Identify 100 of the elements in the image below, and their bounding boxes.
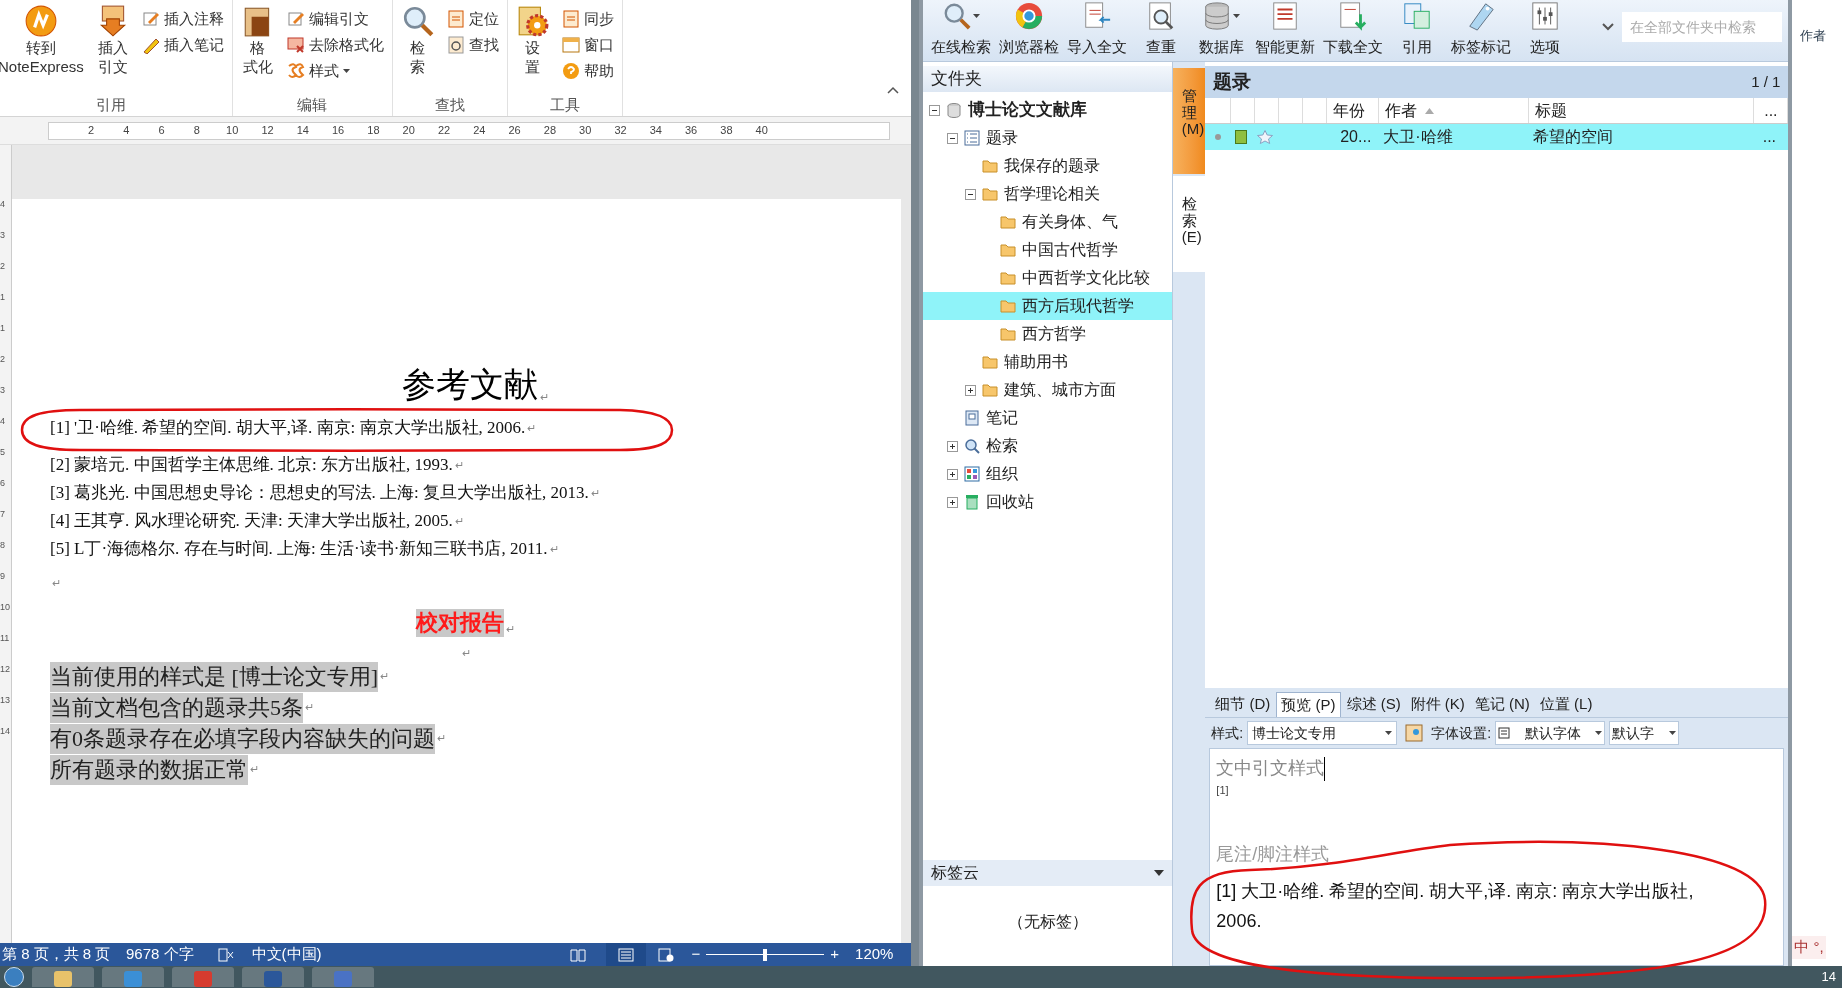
window-icon <box>561 36 580 54</box>
ribbon-button[interactable]: 同步 <box>557 8 618 30</box>
tab[interactable]: 预览 (P) <box>1276 692 1341 717</box>
tree-item[interactable]: 博士论文文献库 <box>923 96 1173 124</box>
tree-item[interactable]: 有关身体、气 <box>923 208 1173 236</box>
download-icon <box>1338 1 1369 31</box>
preview-heading: 文中引文样式 <box>1216 757 1325 780</box>
ribbon-button[interactable]: 插入注释 <box>137 8 228 30</box>
ruler-number: 6 <box>0 479 5 488</box>
tab[interactable]: 位置 (L) <box>1535 692 1597 717</box>
tree-item[interactable]: 西方哲学 <box>923 320 1173 348</box>
caret-icon <box>1385 731 1393 735</box>
tag-icon <box>1466 1 1497 31</box>
panel-title: 标签云 <box>931 863 980 883</box>
app-icon <box>194 971 212 987</box>
zoom-out-button[interactable]: − <box>689 943 703 966</box>
edit-icon <box>141 10 160 28</box>
column-header: 作者 <box>1800 27 1827 45</box>
edit-icon <box>286 10 305 28</box>
ribbon-button[interactable]: 转到 NoteExpress <box>0 4 88 94</box>
record-row[interactable]: 20... 大卫·哈维 希望的空间 ... <box>1205 124 1789 150</box>
font-dropdown[interactable]: 默认字体 <box>1495 721 1606 745</box>
caret-icon <box>1669 731 1677 735</box>
tree-item[interactable]: 回收站 <box>923 488 1173 516</box>
ribbon-button[interactable]: 检 索 <box>396 4 439 94</box>
collapse-icon[interactable] <box>947 132 959 144</box>
search-field[interactable]: 在全部文件夹中检索 <box>1622 12 1783 42</box>
tree-item[interactable]: 中国古代哲学 <box>923 236 1173 264</box>
ribbon-button[interactable]: 定位 <box>442 8 503 30</box>
ribbon-button[interactable]: 设 置 <box>511 4 554 94</box>
ribbon-button[interactable]: 去除格式化 <box>282 34 388 56</box>
tree-item[interactable]: 建筑、城市方面 <box>923 376 1173 404</box>
tree-item[interactable]: 组织 <box>923 460 1173 488</box>
tree-item[interactable]: 我保存的题录 <box>923 152 1173 180</box>
ruler-number: 34 <box>649 123 662 139</box>
tab[interactable]: 综述 (S) <box>1342 692 1405 717</box>
toolbar-button[interactable]: 智能更新 <box>1255 0 1316 55</box>
column-header[interactable]: 作者 <box>1379 98 1530 123</box>
zoom-slider-thumb[interactable] <box>763 948 768 961</box>
style-dropdown[interactable]: 博士论文专用 <box>1247 721 1398 745</box>
toolbar-button[interactable]: 下载全文 <box>1323 0 1384 55</box>
ruler-number: 24 <box>473 123 486 139</box>
taskbar-button[interactable] <box>32 967 94 987</box>
ribbon-button[interactable]: 样式 <box>282 60 388 82</box>
chevron-down-icon <box>1602 23 1615 31</box>
folder-icon <box>982 382 999 398</box>
column-header[interactable]: 年份 <box>1327 98 1380 123</box>
toolbar-button[interactable]: 选项 <box>1519 0 1572 55</box>
toolbar-button[interactable]: 在线检索 <box>931 0 992 55</box>
expand-icon[interactable] <box>965 384 977 396</box>
tab[interactable]: 笔记 (N) <box>1470 692 1534 717</box>
ruler-number: 2 <box>0 355 5 364</box>
tree-item[interactable]: 题录 <box>923 124 1173 152</box>
expand-icon[interactable] <box>947 468 959 480</box>
tree-item[interactable]: 西方后现代哲学 <box>923 292 1173 320</box>
collapse-icon[interactable] <box>929 104 941 116</box>
folder-icon <box>1000 214 1017 230</box>
language-indicator: 中文(中国) <box>251 944 322 965</box>
tree-item[interactable]: 笔记 <box>923 404 1173 432</box>
ruler-number: 2 <box>0 262 5 271</box>
zoom-in-button[interactable]: + <box>828 943 842 966</box>
ribbon-button[interactable]: 插入 引文 <box>91 4 134 94</box>
tree-item[interactable]: 中西哲学文化比较 <box>923 264 1173 292</box>
ruler-number: 10 <box>226 123 239 139</box>
toolbar-button[interactable]: 浏览器检 <box>999 0 1060 55</box>
expand-icon[interactable] <box>947 496 959 508</box>
toolbar-button[interactable]: 标签标记 <box>1451 0 1512 55</box>
collapse-icon[interactable] <box>965 188 977 200</box>
toolbar-button[interactable]: 引用 <box>1391 0 1444 55</box>
zoom-percentage: 120% <box>855 944 894 965</box>
read-mode-icon <box>569 947 586 962</box>
column-header[interactable]: 标题 <box>1529 98 1755 123</box>
expand-icon[interactable] <box>947 440 959 452</box>
citation-text: [1] <box>1216 783 1229 798</box>
font-size-dropdown[interactable]: 默认字 <box>1609 721 1680 745</box>
tab[interactable]: 细节 (D) <box>1211 692 1275 717</box>
folder-icon <box>1000 298 1017 314</box>
zoom-slider[interactable] <box>706 947 825 962</box>
ruler-number: 8 <box>193 123 200 139</box>
side-tab[interactable]: 检索(E) <box>1173 176 1206 272</box>
tree-item[interactable]: 检索 <box>923 432 1173 460</box>
ribbon-button[interactable]: 格 式化 <box>236 4 279 94</box>
start-button-icon <box>4 967 24 987</box>
toolbar-button[interactable]: 查重 <box>1135 0 1188 55</box>
ruler-number: 12 <box>261 123 274 139</box>
column-header[interactable]: ... <box>1754 98 1789 123</box>
toolbar-button[interactable]: 导入全文 <box>1067 0 1128 55</box>
tab[interactable]: 附件 (K) <box>1406 692 1469 717</box>
ruler-number: 4 <box>0 200 5 209</box>
toolbar-button[interactable]: 数据库 <box>1195 0 1248 55</box>
ribbon-button[interactable]: 窗口 <box>557 34 618 56</box>
ruler-number: 28 <box>543 123 556 139</box>
tree-item[interactable]: 辅助用书 <box>923 348 1173 376</box>
ribbon-button[interactable]: 帮助 <box>557 60 618 82</box>
group-label: 查找 <box>433 94 466 115</box>
ribbon-button[interactable]: 插入笔记 <box>137 34 228 56</box>
side-tab[interactable]: 管理(M) <box>1173 68 1206 174</box>
ribbon-button[interactable]: 查找 <box>442 34 503 56</box>
tree-item[interactable]: 哲学理论相关 <box>923 180 1173 208</box>
ribbon-button[interactable]: 编辑引文 <box>282 8 388 30</box>
